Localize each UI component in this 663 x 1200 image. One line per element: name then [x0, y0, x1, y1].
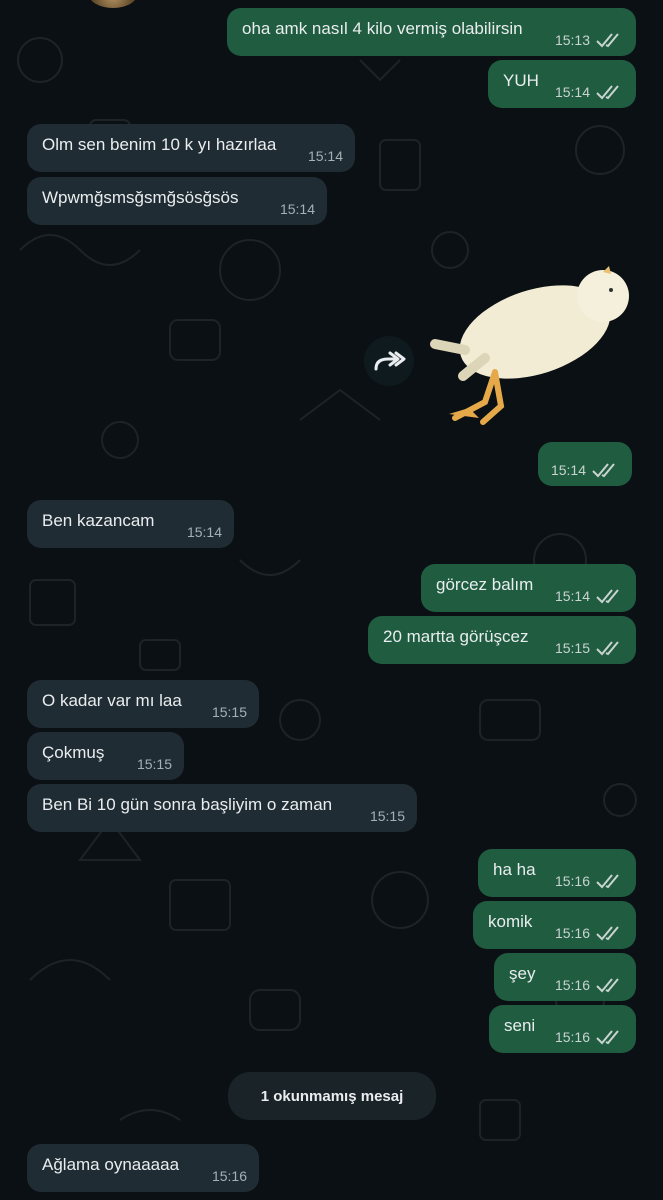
message-time: 15:14: [186, 524, 222, 540]
message-time: 15:16: [554, 925, 590, 941]
message-text: Çokmuş: [42, 743, 105, 762]
message-text: 20 martta görüşcez: [383, 627, 529, 646]
message-text: Ağlama oynaaaaa: [42, 1155, 180, 1174]
read-ticks-icon: [592, 463, 615, 478]
message-meta: 15:14: [555, 588, 624, 604]
message-outgoing[interactable]: seni 15:16: [489, 1005, 636, 1053]
message-meta: 15:16: [212, 1168, 247, 1184]
forward-icon: [374, 351, 406, 371]
message-time: 15:16: [554, 873, 590, 889]
message-meta: 15:15: [370, 808, 405, 824]
message-incoming[interactable]: Çokmuş 15:15: [27, 732, 184, 780]
message-incoming[interactable]: O kadar var mı laa 15:15: [27, 680, 259, 728]
message-meta: 15:15: [212, 704, 247, 720]
read-ticks-icon: [596, 589, 619, 604]
read-ticks-icon: [596, 978, 619, 993]
read-ticks-icon: [596, 874, 619, 889]
unread-divider: 1 okunmamış mesaj: [228, 1072, 436, 1120]
message-text: YUH: [503, 71, 539, 90]
message-meta: 15:13: [555, 32, 624, 48]
message-text: Ben Bi 10 gün sonra başliyim o zaman: [42, 795, 333, 814]
message-incoming[interactable]: Ben Bi 10 gün sonra başliyim o zaman 15:…: [27, 784, 417, 832]
message-text: seni: [504, 1016, 536, 1035]
message-outgoing[interactable]: şey 15:16: [494, 953, 636, 1001]
message-outgoing[interactable]: 15:14: [538, 442, 632, 486]
message-text: O kadar var mı laa: [42, 691, 182, 710]
message-meta: 15:16: [555, 977, 624, 993]
chick-sticker[interactable]: [425, 262, 635, 427]
message-outgoing[interactable]: oha amk nasıl 4 kilo vermiş olabilirsin …: [227, 8, 636, 56]
message-meta: 15:14: [280, 201, 315, 217]
message-time: 15:16: [554, 1029, 590, 1045]
message-meta: 15:14: [555, 84, 624, 100]
message-time: 15:14: [307, 148, 343, 164]
message-time: 15:14: [554, 84, 590, 100]
message-meta: 15:16: [555, 925, 624, 941]
message-text: Ben kazancam: [42, 511, 155, 530]
message-incoming[interactable]: Olm sen benim 10 k yı hazırlaa 15:14: [27, 124, 355, 172]
message-time: 15:15: [211, 704, 247, 720]
message-meta: 15:16: [555, 873, 624, 889]
message-outgoing[interactable]: 20 martta görüşcez 15:15: [368, 616, 636, 664]
message-text: komik: [488, 912, 533, 931]
read-ticks-icon: [596, 926, 619, 941]
message-meta: 15:14: [187, 524, 222, 540]
message-meta: 15:16: [555, 1029, 624, 1045]
message-outgoing[interactable]: ha ha 15:16: [478, 849, 636, 897]
message-text: ha ha: [493, 860, 536, 879]
message-outgoing[interactable]: görcez balım 15:14: [421, 564, 636, 612]
message-incoming[interactable]: Wpwmğsmsğsmğsösğsös 15:14: [27, 177, 327, 225]
message-time: 15:15: [554, 640, 590, 656]
message-time: 15:14: [279, 201, 315, 217]
message-outgoing[interactable]: YUH 15:14: [488, 60, 636, 108]
message-time: 15:16: [554, 977, 590, 993]
message-meta: 15:15: [555, 640, 624, 656]
message-time: 15:14: [550, 462, 586, 478]
read-ticks-icon: [596, 85, 619, 100]
message-time: 15:16: [211, 1168, 247, 1184]
message-incoming[interactable]: Ağlama oynaaaaa 15:16: [27, 1144, 259, 1192]
message-time: 15:14: [554, 588, 590, 604]
message-text: şey: [509, 964, 536, 983]
message-incoming[interactable]: Ben kazancam 15:14: [27, 500, 234, 548]
message-text: oha amk nasıl 4 kilo vermiş olabilirsin: [242, 19, 523, 38]
message-text: Wpwmğsmsğsmğsösğsös: [42, 188, 239, 207]
read-ticks-icon: [596, 33, 619, 48]
read-ticks-icon: [596, 641, 619, 656]
message-time: 15:15: [136, 756, 172, 772]
message-meta: 15:14: [308, 148, 343, 164]
message-text: Olm sen benim 10 k yı hazırlaa: [42, 135, 277, 154]
forward-button[interactable]: [364, 336, 414, 386]
contact-avatar[interactable]: [88, 0, 138, 8]
read-ticks-icon: [596, 1030, 619, 1045]
message-text: görcez balım: [436, 575, 534, 594]
message-outgoing[interactable]: komik 15:16: [473, 901, 636, 949]
message-meta: 15:15: [137, 756, 172, 772]
message-time: 15:13: [554, 32, 590, 48]
message-meta: 15:14: [551, 462, 620, 478]
message-time: 15:15: [369, 808, 405, 824]
